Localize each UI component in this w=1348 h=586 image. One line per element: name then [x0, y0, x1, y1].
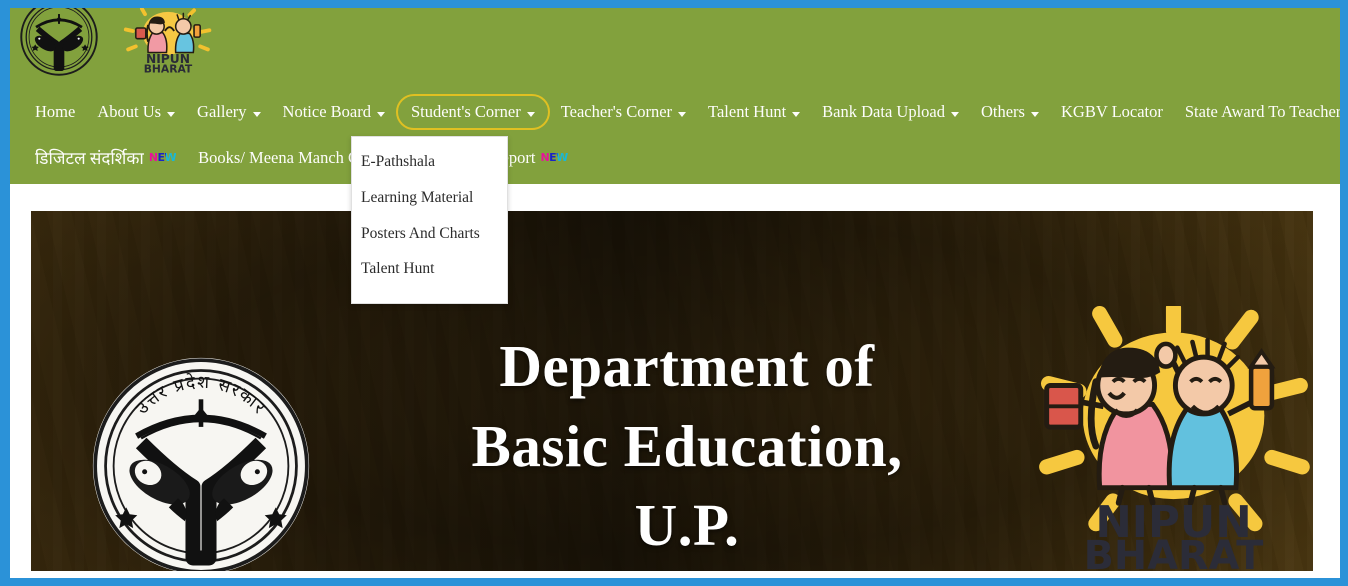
- page-body: NIPUN BHARAT Home About Us Gallery Notic…: [10, 8, 1340, 578]
- up-government-emblem-icon[interactable]: [18, 8, 100, 78]
- nav-label: State Award To Teachers 2023: [1184, 101, 1340, 121]
- nav-label: डिजिटल संदर्शिका: [35, 148, 144, 168]
- new-badge: NEW: [540, 150, 568, 164]
- nipun-top-line2: BHARAT: [144, 62, 193, 74]
- nav-label: Home: [35, 101, 76, 121]
- site-header: NIPUN BHARAT Home About Us Gallery Notic…: [10, 8, 1340, 184]
- nav-item-bank-data-upload[interactable]: Bank Data Upload: [811, 94, 970, 131]
- header-logo-row: NIPUN BHARAT: [10, 8, 1340, 90]
- chevron-down-icon: [526, 111, 535, 117]
- chevron-down-icon: [678, 111, 687, 117]
- nav-item-about-us[interactable]: About Us: [86, 94, 186, 131]
- dropdown-item-learning-material[interactable]: Learning Material: [352, 180, 507, 216]
- chevron-down-icon: [376, 111, 385, 117]
- nav-item-teachers-corner[interactable]: Teacher's Corner: [550, 94, 697, 131]
- dropdown-item-e-pathshala[interactable]: E-Pathshala: [352, 144, 507, 180]
- nav-item-notice-board[interactable]: Notice Board: [272, 94, 396, 131]
- browser-viewport: NIPUN BHARAT Home About Us Gallery Notic…: [0, 0, 1348, 586]
- nav-item-students-corner[interactable]: Student's Corner: [395, 93, 550, 131]
- dropdown-item-talent-hunt[interactable]: Talent Hunt: [352, 251, 507, 287]
- chevron-down-icon: [950, 111, 959, 117]
- nav-label: Student's Corner: [410, 101, 521, 121]
- main-navigation-row-2: डिजिटल संदर्शिका NEW Books/ Meena Manch C…: [10, 138, 1340, 178]
- chevron-down-icon: [167, 111, 176, 117]
- nav-item-state-award-to-teachers-2023[interactable]: State Award To Teachers 2023NEW: [1174, 94, 1340, 131]
- nav-item-others[interactable]: Others: [970, 94, 1050, 131]
- chevron-down-icon: [1030, 111, 1039, 117]
- chevron-down-icon: [252, 111, 261, 117]
- main-navigation-row-1: Home About Us Gallery Notice Board Stude…: [10, 92, 1340, 132]
- nav-item-digital-sandarshika[interactable]: डिजिटल संदर्शिका NEW: [24, 140, 187, 177]
- students-corner-dropdown-menu: E-Pathshala Learning Material Posters An…: [351, 136, 508, 304]
- nav-item-gallery[interactable]: Gallery: [186, 94, 271, 131]
- nav-label: Notice Board: [282, 101, 371, 121]
- nav-item-home[interactable]: Home: [24, 94, 86, 131]
- nav-label: About Us: [97, 101, 162, 121]
- banner-nipun-bharat-logo-icon: NIPUN BHARAT: [1031, 306, 1313, 571]
- nav-item-kgbv-locator[interactable]: KGBV Locator: [1050, 94, 1174, 131]
- nav-label: Others: [980, 101, 1025, 121]
- new-badge: NEW: [148, 150, 177, 164]
- banner-up-government-emblem-icon: उत्तर प्रदेश सरकार: [86, 351, 316, 571]
- nipun-bharat-logo-icon[interactable]: NIPUN BHARAT: [122, 8, 214, 74]
- hero-banner: उत्तर प्रदेश सरकार Department of Basic E…: [31, 211, 1313, 571]
- banner-nipun-line2: BHARAT: [1084, 533, 1264, 571]
- nav-label: Bank Data Upload: [822, 101, 945, 121]
- nav-label: Talent Hunt: [708, 101, 787, 121]
- nav-label: Teacher's Corner: [560, 101, 673, 121]
- nav-item-talent-hunt[interactable]: Talent Hunt: [697, 94, 811, 131]
- nav-label: Gallery: [197, 101, 247, 121]
- nav-label: KGBV Locator: [1060, 101, 1163, 121]
- dropdown-item-posters-and-charts[interactable]: Posters And Charts: [352, 216, 507, 252]
- chevron-down-icon: [792, 111, 801, 117]
